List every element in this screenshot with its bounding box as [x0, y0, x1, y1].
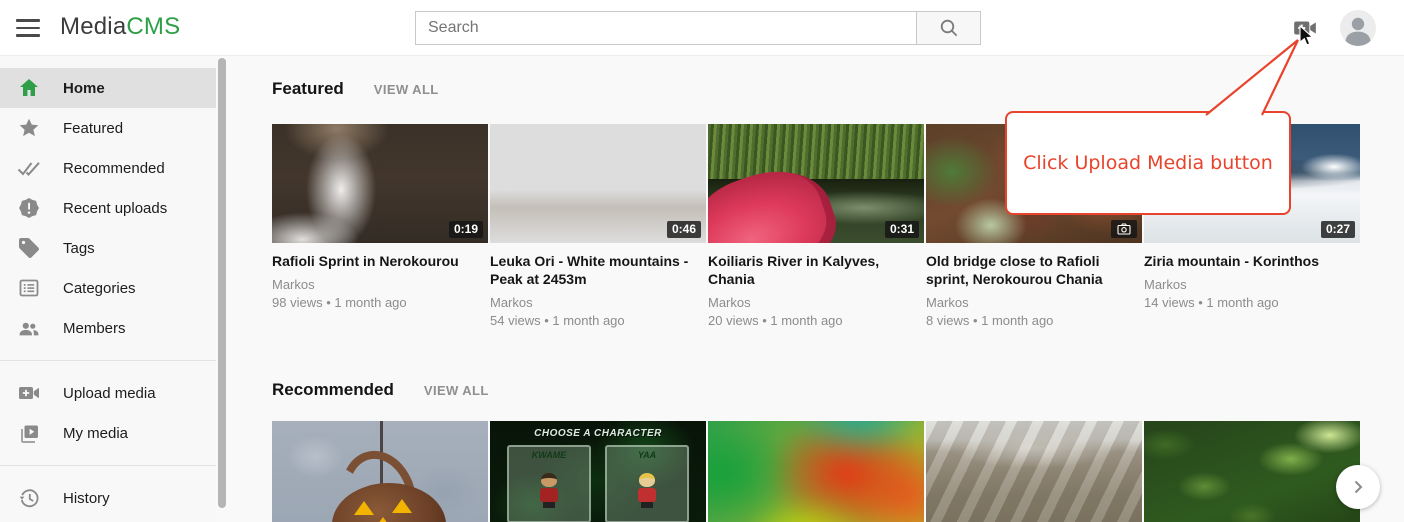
sidebar-divider	[0, 360, 216, 361]
sidebar-item-categories[interactable]: Categories	[0, 268, 216, 308]
video-thumbnail[interactable]: 0:19	[272, 124, 488, 243]
recommended-row: CHOOSE A CHARACTER KWAME Selected YAA Se…	[272, 421, 1360, 522]
sidebar-item-label: Members	[63, 320, 126, 337]
categories-icon	[17, 276, 41, 300]
game-character-name: YAA	[607, 450, 687, 460]
search-icon	[938, 17, 960, 39]
video-thumbnail[interactable]	[926, 421, 1142, 522]
callout-pointer	[1190, 32, 1310, 118]
tag-icon	[17, 236, 41, 260]
sidebar-divider	[0, 465, 216, 466]
done-all-icon	[17, 156, 41, 180]
featured-view-all-link[interactable]: VIEW ALL	[374, 82, 439, 97]
user-silhouette-icon	[1340, 10, 1376, 46]
sidebar: Home Featured Recommended	[0, 56, 216, 522]
card-info: Old bridge close to Rafioli sprint, Nero…	[926, 243, 1142, 328]
row-next-button[interactable]	[1336, 465, 1380, 509]
my-media-icon	[17, 421, 41, 445]
media-author[interactable]: Markos	[490, 295, 694, 310]
sidebar-item-upload-media[interactable]: Upload media	[0, 373, 216, 413]
mediacms-app: MediaCMS	[0, 0, 1404, 522]
video-thumbnail[interactable]: CHOOSE A CHARACTER KWAME Selected YAA Se…	[490, 421, 706, 522]
mouse-cursor	[1299, 25, 1315, 47]
logo-cms-text: CMS	[126, 13, 180, 40]
sidebar-item-featured[interactable]: Featured	[0, 108, 216, 148]
video-thumbnail[interactable]	[272, 421, 488, 522]
media-author[interactable]: Markos	[272, 277, 476, 292]
video-thumbnail[interactable]: 0:46	[490, 124, 706, 243]
menu-icon[interactable]	[14, 16, 42, 40]
new-releases-icon	[17, 196, 41, 220]
video-thumbnail[interactable]: 0:31	[708, 124, 924, 243]
game-title-text: CHOOSE A CHARACTER	[490, 428, 706, 439]
media-meta: 54 views • 1 month ago	[490, 313, 694, 328]
game-character-name: KWAME	[509, 450, 589, 460]
camera-icon	[1117, 223, 1131, 235]
home-icon	[17, 76, 41, 100]
media-card[interactable]: 0:19 Rafioli Sprint in Nerokourou Markos…	[272, 124, 488, 328]
sidebar-item-label: My media	[63, 425, 128, 442]
sidebar-item-my-media[interactable]: My media	[0, 413, 216, 453]
sidebar-item-recommended[interactable]: Recommended	[0, 148, 216, 188]
callout-text: Click Upload Media button	[1023, 152, 1273, 174]
avatar[interactable]	[1340, 10, 1376, 46]
card-info: Ziria mountain - Korinthos Markos 14 vie…	[1144, 243, 1360, 310]
members-icon	[17, 316, 41, 340]
sidebar-item-label: Recommended	[63, 160, 165, 177]
recommended-view-all-link[interactable]: VIEW ALL	[424, 383, 489, 398]
media-author[interactable]: Markos	[708, 295, 912, 310]
chevron-right-icon	[1348, 477, 1368, 497]
scrollbar-thumb[interactable]	[218, 58, 226, 508]
media-card[interactable]: 0:46 Leuka Ori - White mountains - Peak …	[490, 124, 706, 328]
sidebar-item-tags[interactable]: Tags	[0, 228, 216, 268]
history-icon	[17, 486, 41, 510]
duration-badge: 0:19	[449, 221, 483, 238]
media-title[interactable]: Ziria mountain - Korinthos	[1144, 252, 1348, 270]
search-input[interactable]	[415, 11, 917, 45]
logo-media-text: Media	[60, 13, 126, 40]
section-title: Recommended	[272, 380, 394, 400]
photo-badge	[1111, 220, 1137, 238]
sidebar-item-label: History	[63, 490, 110, 507]
card-info: Koiliaris River in Kalyves, Chania Marko…	[708, 243, 924, 328]
app-logo[interactable]: MediaCMS	[60, 13, 180, 41]
card-info: Leuka Ori - White mountains - Peak at 24…	[490, 243, 706, 328]
media-author[interactable]: Markos	[926, 295, 1130, 310]
media-meta: 14 views • 1 month ago	[1144, 295, 1348, 310]
media-author[interactable]: Markos	[1144, 277, 1348, 292]
sidebar-item-label: Upload media	[63, 385, 156, 402]
sidebar-scrollbar	[218, 56, 226, 522]
media-meta: 98 views • 1 month ago	[272, 295, 476, 310]
sidebar-item-recent-uploads[interactable]: Recent uploads	[0, 188, 216, 228]
video-thumbnail[interactable]	[708, 421, 924, 522]
sidebar-item-members[interactable]: Members	[0, 308, 216, 348]
tutorial-callout: Click Upload Media button	[1005, 111, 1291, 215]
star-icon	[17, 116, 41, 140]
sidebar-item-label: Home	[63, 80, 105, 97]
sidebar-item-home[interactable]: Home	[0, 68, 216, 108]
duration-badge: 0:31	[885, 221, 919, 238]
card-info: Rafioli Sprint in Nerokourou Markos 98 v…	[272, 243, 488, 310]
media-title[interactable]: Rafioli Sprint in Nerokourou	[272, 252, 476, 270]
media-meta: 20 views • 1 month ago	[708, 313, 912, 328]
featured-section-header: Featured VIEW ALL	[272, 79, 439, 99]
media-card[interactable]: 0:31 Koiliaris River in Kalyves, Chania …	[708, 124, 924, 328]
sidebar-item-label: Featured	[63, 120, 123, 137]
sidebar-item-label: Categories	[63, 280, 136, 297]
section-title: Featured	[272, 79, 344, 99]
media-meta: 8 views • 1 month ago	[926, 313, 1130, 328]
media-title[interactable]: Leuka Ori - White mountains - Peak at 24…	[490, 252, 694, 288]
sidebar-item-label: Recent uploads	[63, 200, 167, 217]
recommended-section-header: Recommended VIEW ALL	[272, 380, 489, 400]
duration-badge: 0:27	[1321, 221, 1355, 238]
search-button[interactable]	[917, 11, 981, 45]
search-bar	[415, 11, 981, 45]
media-title[interactable]: Koiliaris River in Kalyves, Chania	[708, 252, 912, 288]
sidebar-item-history[interactable]: History	[0, 478, 216, 518]
duration-badge: 0:46	[667, 221, 701, 238]
video-thumbnail[interactable]	[1144, 421, 1360, 522]
sidebar-item-label: Tags	[63, 240, 95, 257]
media-title[interactable]: Old bridge close to Rafioli sprint, Nero…	[926, 252, 1130, 288]
upload-media-icon	[17, 381, 41, 405]
